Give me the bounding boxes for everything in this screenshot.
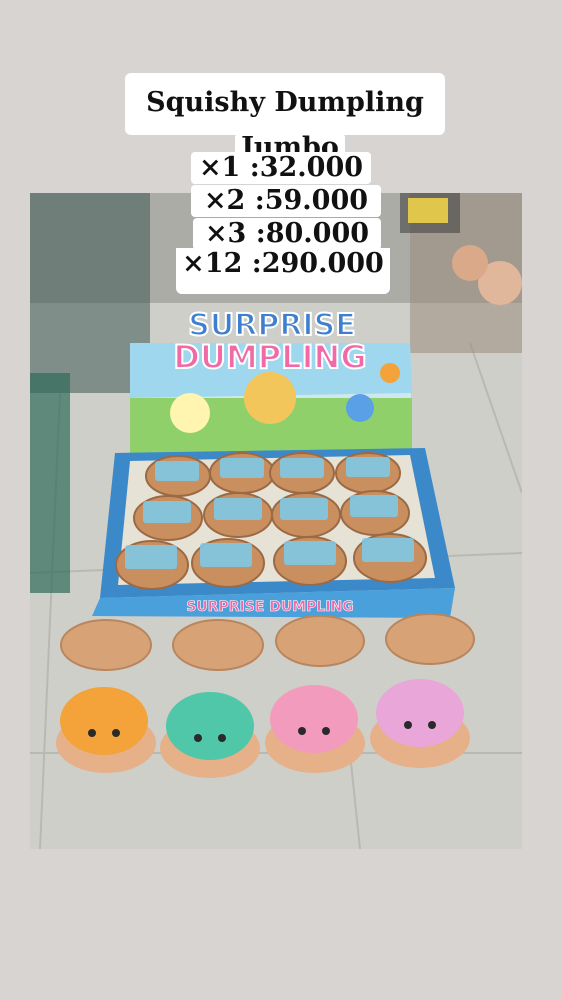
title-card: Squishy Dumpling — [125, 73, 445, 135]
title-line1: Squishy Dumpling — [146, 87, 424, 118]
box-front-label: SURPRISE DUMPLING — [186, 599, 354, 615]
price-3: ×3 :80.000 — [193, 218, 381, 250]
price-1: ×1 :32.000 — [191, 152, 371, 184]
price-12: ×12 :290.000 — [176, 248, 390, 294]
brand-logo-line2: DUMPLING — [173, 338, 366, 376]
price-2: ×2 :59.000 — [191, 185, 381, 217]
